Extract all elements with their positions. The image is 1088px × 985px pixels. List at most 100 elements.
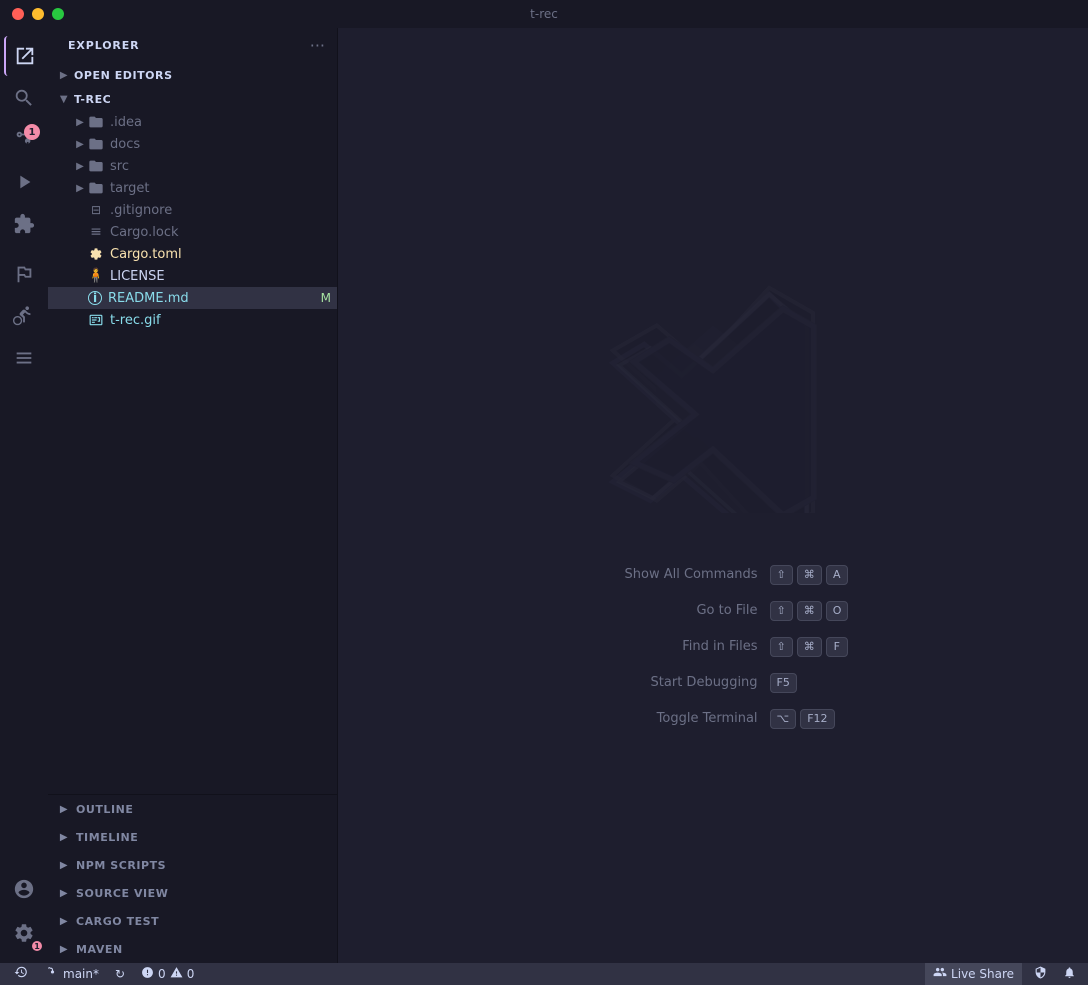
t-rec-header[interactable]: ▼ T-REC xyxy=(48,87,337,111)
folder-icon xyxy=(88,136,104,152)
folder-arrow-icon: ▶ xyxy=(72,136,88,152)
kbd-f: F xyxy=(826,637,848,657)
file-name: .gitignore xyxy=(110,203,337,218)
status-bar-left: main* ↻ 0 0 xyxy=(8,963,198,985)
cargo-test-section[interactable]: ▶ CARGO TEST xyxy=(48,907,337,935)
shortcuts-list: Show All Commands ⇧ ⌘ A Go to File ⇧ ⌘ O xyxy=(578,565,849,729)
list-item[interactable]: ▶ src xyxy=(48,155,337,177)
activity-bar-explorer[interactable] xyxy=(4,36,44,76)
status-errors-button[interactable]: 0 0 xyxy=(137,963,198,985)
file-name: Cargo.toml xyxy=(110,247,337,262)
activity-bar-docker[interactable] xyxy=(4,338,44,378)
timeline-section[interactable]: ▶ TIMELINE xyxy=(48,823,337,851)
kbd-o: O xyxy=(826,601,849,621)
t-rec-label: T-REC xyxy=(74,93,111,106)
activity-bar-bottom: 1 xyxy=(4,869,44,963)
folder-icon xyxy=(88,180,104,196)
sidebar-bottom-sections: ▶ OUTLINE ▶ TIMELINE ▶ NPM SCRIPTS ▶ SOU… xyxy=(48,794,337,963)
branch-icon xyxy=(46,966,59,983)
shortcut-keys: ⇧ ⌘ F xyxy=(770,637,848,657)
activity-bar: 1 xyxy=(0,28,48,963)
shortcut-keys: ⇧ ⌘ A xyxy=(770,565,848,585)
status-bar-right: Live Share xyxy=(925,963,1080,985)
license-icon: 🧍 xyxy=(88,268,104,284)
kbd-f5: F5 xyxy=(770,673,797,693)
status-sync-button[interactable]: ↻ xyxy=(111,963,129,985)
sidebar-header-title: Explorer xyxy=(68,39,140,52)
remote-config-icon xyxy=(1034,966,1047,983)
status-notification-button[interactable] xyxy=(1059,963,1080,985)
npm-scripts-section[interactable]: ▶ NPM SCRIPTS xyxy=(48,851,337,879)
editor-area: Show All Commands ⇧ ⌘ A Go to File ⇧ ⌘ O xyxy=(338,28,1088,963)
open-editors-label: OPEN EDITORS xyxy=(74,69,173,82)
list-item[interactable]: ≡ Cargo.lock xyxy=(48,221,337,243)
activity-bar-source-control[interactable]: 1 xyxy=(4,120,44,160)
npm-scripts-arrow: ▶ xyxy=(56,857,72,873)
folder-arrow-icon: ▶ xyxy=(72,114,88,130)
maven-arrow: ▶ xyxy=(56,941,72,957)
file-name: src xyxy=(110,159,337,174)
file-name: docs xyxy=(110,137,337,152)
cargo-lock-icon: ≡ xyxy=(88,224,104,240)
sidebar-header: Explorer ··· xyxy=(48,28,337,63)
status-branch-button[interactable]: main* xyxy=(42,963,103,985)
live-share-button[interactable]: Live Share xyxy=(925,963,1022,985)
shortcut-label: Show All Commands xyxy=(578,567,758,582)
file-name: .idea xyxy=(110,115,337,130)
activity-bar-spacer-1 xyxy=(4,254,44,380)
activity-bar-search[interactable] xyxy=(4,78,44,118)
list-item[interactable]: ⊟ .gitignore xyxy=(48,199,337,221)
cargo-toml-icon xyxy=(88,246,104,262)
t-rec-arrow: ▼ xyxy=(56,91,72,107)
source-control-badge: 1 xyxy=(24,124,40,140)
file-name: Cargo.lock xyxy=(110,225,337,240)
status-remote-button[interactable] xyxy=(8,963,34,985)
outline-section[interactable]: ▶ OUTLINE xyxy=(48,795,337,823)
warning-icon xyxy=(170,966,183,982)
list-item[interactable]: ▶ .idea xyxy=(48,111,337,133)
shortcut-label: Start Debugging xyxy=(578,675,758,690)
outline-arrow: ▶ xyxy=(56,801,72,817)
close-button[interactable] xyxy=(12,8,24,20)
minimize-button[interactable] xyxy=(32,8,44,20)
shortcut-label: Go to File xyxy=(578,603,758,618)
open-editors-header[interactable]: ▶ OPEN EDITORS xyxy=(48,63,337,87)
source-view-section[interactable]: ▶ SOURCE VIEW xyxy=(48,879,337,907)
maven-label: MAVEN xyxy=(76,943,123,956)
maven-section[interactable]: ▶ MAVEN xyxy=(48,935,337,963)
kbd-f12: F12 xyxy=(800,709,834,729)
list-item[interactable]: 🧍 LICENSE xyxy=(48,265,337,287)
branch-name: main* xyxy=(63,967,99,981)
kbd-shift: ⇧ xyxy=(770,565,793,585)
shortcut-label: Toggle Terminal xyxy=(578,711,758,726)
shortcut-row: Go to File ⇧ ⌘ O xyxy=(578,601,849,621)
list-item[interactable]: ▶ target xyxy=(48,177,337,199)
status-remote-config-button[interactable] xyxy=(1030,963,1051,985)
file-name: LICENSE xyxy=(110,269,337,284)
sync-icon: ↻ xyxy=(115,967,125,981)
source-view-label: SOURCE VIEW xyxy=(76,887,168,900)
activity-bar-mountain[interactable] xyxy=(4,254,44,294)
kbd-cmd: ⌘ xyxy=(797,565,822,585)
activity-bar-run-debug[interactable] xyxy=(4,162,44,202)
welcome-content: Show All Commands ⇧ ⌘ A Go to File ⇧ ⌘ O xyxy=(578,263,849,729)
list-item[interactable]: ▶ docs xyxy=(48,133,337,155)
vscode-logo xyxy=(588,263,838,517)
list-item[interactable]: Cargo.toml xyxy=(48,243,337,265)
open-editors-arrow: ▶ xyxy=(56,67,72,83)
sidebar-more-button[interactable]: ··· xyxy=(310,36,325,55)
shortcut-row: Start Debugging F5 xyxy=(578,673,849,693)
list-item[interactable]: t-rec.gif xyxy=(48,309,337,331)
activity-bar-settings[interactable]: 1 xyxy=(4,913,44,953)
sidebar-header-actions: ··· xyxy=(310,36,325,55)
remote-icon xyxy=(14,965,28,983)
file-tree: ▶ OPEN EDITORS ▼ T-REC ▶ .idea xyxy=(48,63,337,794)
activity-bar-extensions[interactable] xyxy=(4,204,44,244)
error-count: 0 xyxy=(158,967,166,981)
list-item[interactable]: i README.md M xyxy=(48,287,337,309)
maximize-button[interactable] xyxy=(52,8,64,20)
live-share-label: Live Share xyxy=(951,967,1014,981)
open-editors-section: ▶ OPEN EDITORS xyxy=(48,63,337,87)
activity-bar-remote-explorer[interactable] xyxy=(4,296,44,336)
activity-bar-account[interactable] xyxy=(4,869,44,909)
